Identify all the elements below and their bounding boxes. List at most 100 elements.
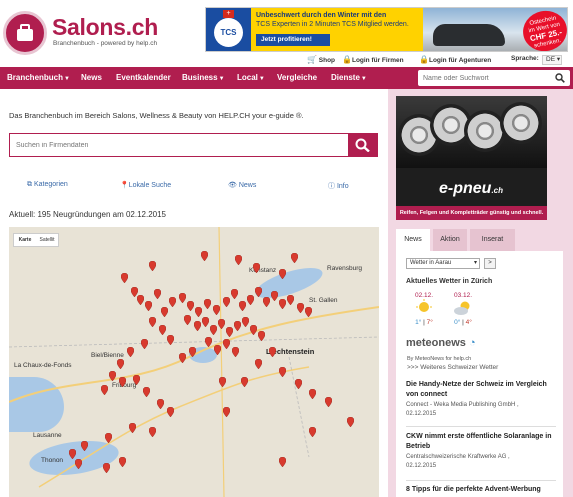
sidebar-banner-ad[interactable]: e-pneu.ch Reifen, Felgen und Kompletträd… [396, 96, 547, 220]
tab-inserat[interactable]: Inserat [470, 229, 515, 251]
map-pin-icon[interactable] [223, 339, 230, 349]
map-type-satellit[interactable]: Satellit [36, 234, 58, 246]
map-pin-icon[interactable] [255, 359, 262, 369]
news-title[interactable]: CKW nimmt erste öffentliche Solaranlage … [406, 432, 556, 452]
map-pin-icon[interactable] [295, 379, 302, 389]
map-pin-icon[interactable] [127, 347, 134, 357]
map-type-toggle[interactable]: Karte Satellit [13, 233, 59, 247]
map-pin-icon[interactable] [213, 305, 220, 315]
map-pin-icon[interactable] [184, 315, 191, 325]
map-pin-icon[interactable] [297, 303, 304, 313]
map-pin-icon[interactable] [271, 291, 278, 301]
map-pin-icon[interactable] [75, 459, 82, 469]
map-pin-icon[interactable] [157, 399, 164, 409]
map-pin-icon[interactable] [204, 299, 211, 309]
company-search-input[interactable] [16, 134, 336, 156]
map-pin-icon[interactable] [279, 269, 286, 279]
map-pin-icon[interactable] [149, 261, 156, 271]
map-pin-icon[interactable] [263, 297, 270, 307]
logo-badge[interactable] [3, 11, 47, 55]
nav-vergleiche[interactable]: Vergleiche [277, 67, 317, 89]
map-pin-icon[interactable] [214, 345, 221, 355]
map-pin-icon[interactable] [187, 301, 194, 311]
map-pin-icon[interactable] [189, 347, 196, 357]
news-title[interactable]: Die Handy-Netze der Schweiz im Vergleich… [406, 380, 556, 400]
news-item[interactable]: 8 Tipps für die perfekte Advent-Werbung [406, 485, 556, 495]
map-pin-icon[interactable] [143, 387, 150, 397]
map-pin-icon[interactable] [205, 337, 212, 347]
map-pin-icon[interactable] [169, 297, 176, 307]
weather-go-button[interactable]: > [484, 258, 496, 269]
tab-news[interactable]: News [396, 229, 430, 251]
map-pin-icon[interactable] [309, 427, 316, 437]
shop-link[interactable]: 🛒 Shop [307, 55, 335, 64]
map-pin-icon[interactable] [105, 433, 112, 443]
map-pin-icon[interactable] [269, 347, 276, 357]
login-agents-link[interactable]: 🔒Login für Agenturen [419, 55, 491, 64]
login-firms-link[interactable]: 🔒Login für Firmen [342, 55, 404, 64]
map-pin-icon[interactable] [241, 377, 248, 387]
meteonews-logo[interactable]: meteonews ◔ [406, 337, 476, 349]
map-pin-icon[interactable] [291, 253, 298, 263]
nav-dienste[interactable]: Dienste▼ [331, 67, 367, 89]
map-pin-icon[interactable] [210, 325, 217, 335]
map-pin-icon[interactable] [231, 289, 238, 299]
map-pin-icon[interactable] [255, 287, 262, 297]
nav-news[interactable]: News [81, 67, 102, 89]
map-pin-icon[interactable] [309, 389, 316, 399]
map-pin-icon[interactable] [167, 407, 174, 417]
map-pin-icon[interactable] [179, 293, 186, 303]
map-pin-icon[interactable] [223, 297, 230, 307]
map-pin-icon[interactable] [159, 325, 166, 335]
map-pin-icon[interactable] [133, 375, 140, 385]
map-pin-icon[interactable] [247, 295, 254, 305]
map-pin-icon[interactable] [218, 319, 225, 329]
map-pin-icon[interactable] [117, 359, 124, 369]
map-pin-icon[interactable] [145, 301, 152, 311]
map-type-karte[interactable]: Karte [14, 234, 36, 246]
map-pin-icon[interactable] [202, 317, 209, 327]
map-pin-icon[interactable] [167, 335, 174, 345]
weather-location-select[interactable]: Wetter in Aarau ▾ [406, 258, 480, 269]
more-weather-link[interactable]: >>> Weiteres Schweizer Wetter [407, 364, 498, 371]
tab-aktion[interactable]: Aktion [433, 229, 467, 251]
news-item[interactable]: Die Handy-Netze der Schweiz im Vergleich… [406, 380, 556, 419]
map-pin-icon[interactable] [234, 321, 241, 331]
map-pin-icon[interactable] [149, 427, 156, 437]
map-pin-icon[interactable] [119, 377, 126, 387]
map-pin-icon[interactable] [305, 307, 312, 317]
nav-search-input[interactable] [423, 70, 553, 86]
map-pin-icon[interactable] [219, 377, 226, 387]
map-pin-icon[interactable] [129, 423, 136, 433]
map-pin-icon[interactable] [149, 317, 156, 327]
map-pin-icon[interactable] [201, 251, 208, 261]
nav-local[interactable]: Local▼ [237, 67, 265, 89]
map-pin-icon[interactable] [109, 371, 116, 381]
logo-title[interactable]: Salons.ch [52, 14, 158, 41]
link-info[interactable]: ⓘ Info [328, 181, 349, 191]
map-pin-icon[interactable] [235, 255, 242, 265]
map-pin-icon[interactable] [161, 307, 168, 317]
news-title[interactable]: 8 Tipps für die perfekte Advent-Werbung [406, 485, 556, 495]
map-pin-icon[interactable] [279, 367, 286, 377]
map-pin-icon[interactable] [121, 273, 128, 283]
nav-branchenbuch[interactable]: Branchenbuch▼ [7, 67, 70, 89]
map-pin-icon[interactable] [253, 263, 260, 273]
search-icon[interactable] [555, 73, 565, 83]
map-pin-icon[interactable] [81, 441, 88, 451]
link-kategorien[interactable]: ⧉ Kategorien [27, 181, 68, 189]
map-pin-icon[interactable] [154, 289, 161, 299]
map-pin-icon[interactable] [239, 301, 246, 311]
map-pin-icon[interactable] [119, 457, 126, 467]
map-pin-icon[interactable] [226, 327, 233, 337]
top-advertisement[interactable]: + TCS Unbeschwert durch den Winter mit d… [205, 7, 568, 52]
map-pin-icon[interactable] [101, 385, 108, 395]
map-pin-icon[interactable] [223, 407, 230, 417]
map-pin-icon[interactable] [258, 331, 265, 341]
map-pin-icon[interactable] [141, 339, 148, 349]
map-pin-icon[interactable] [347, 417, 354, 427]
map-pin-icon[interactable] [279, 457, 286, 467]
map-pin-icon[interactable] [179, 353, 186, 363]
news-item[interactable]: CKW nimmt erste öffentliche Solaranlage … [406, 432, 556, 471]
map-pin-icon[interactable] [250, 325, 257, 335]
